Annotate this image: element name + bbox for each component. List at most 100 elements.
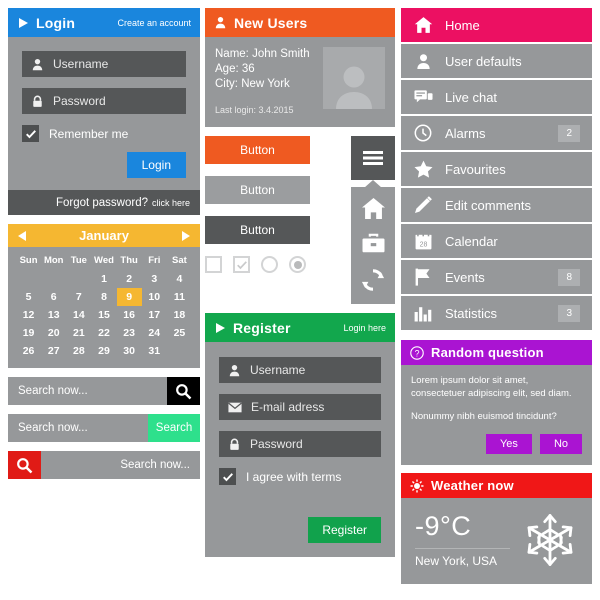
calendar-day[interactable]: 1: [91, 270, 116, 288]
briefcase-icon[interactable]: [361, 233, 386, 255]
check-icon: [222, 472, 233, 481]
calendar-day[interactable]: 31: [142, 342, 167, 360]
sidebar-item-user-defaults[interactable]: User defaults: [401, 44, 592, 80]
calendar-day[interactable]: 6: [41, 288, 66, 306]
radio-selected[interactable]: [289, 256, 306, 273]
register-email-field[interactable]: E-mail adress: [219, 394, 381, 420]
calendar-day[interactable]: 21: [66, 324, 91, 342]
icon-menu-items: [351, 187, 395, 304]
search-bar-3: Search now...: [8, 451, 200, 479]
calendar-day[interactable]: 2: [117, 270, 142, 288]
hamburger-menu-button[interactable]: [351, 136, 395, 180]
sidebar-item-events[interactable]: Events 8: [401, 260, 592, 296]
yes-button[interactable]: Yes: [485, 434, 532, 454]
terms-checkbox[interactable]: [219, 468, 236, 485]
calendar-day[interactable]: 12: [16, 306, 41, 324]
search-input[interactable]: Search now...: [41, 451, 200, 479]
user-icon: [228, 364, 241, 377]
checkbox-unchecked[interactable]: [205, 256, 222, 273]
password-field[interactable]: Password: [22, 88, 186, 114]
calendar-day[interactable]: 20: [41, 324, 66, 342]
forgot-password-link[interactable]: click here: [152, 198, 190, 208]
user-icon: [413, 53, 433, 70]
calendar-month-label: January: [79, 228, 129, 243]
sidebar-item-live-chat[interactable]: Live chat: [401, 80, 592, 116]
gray-button[interactable]: Button: [205, 176, 310, 204]
calendar-day[interactable]: 30: [117, 342, 142, 360]
weather-temperature: -9°C: [415, 511, 472, 541]
magnifier-icon: [176, 383, 192, 399]
calendar-day[interactable]: 27: [41, 342, 66, 360]
sidebar-item-edit-comments[interactable]: Edit comments: [401, 188, 592, 224]
search-input[interactable]: Search now...: [8, 414, 148, 442]
calendar-prev-button[interactable]: [17, 224, 29, 247]
create-account-link[interactable]: Create an account: [117, 18, 191, 28]
calendar-day[interactable]: 15: [91, 306, 116, 324]
calendar-day-today[interactable]: 9: [116, 288, 142, 306]
search-button[interactable]: Search: [148, 414, 200, 442]
sidebar-item-alarms[interactable]: Alarms 2: [401, 116, 592, 152]
login-here-link[interactable]: Login here: [343, 323, 386, 333]
random-question-panel: ? Random question Lorem ipsum dolor sit …: [401, 340, 592, 465]
calendar-day[interactable]: 28: [66, 342, 91, 360]
calendar-day[interactable]: 7: [66, 288, 91, 306]
calendar-day[interactable]: 22: [91, 324, 116, 342]
register-body: Username E-mail adress Password I agree …: [205, 342, 395, 557]
remember-me-checkbox[interactable]: [22, 125, 39, 142]
terms-row[interactable]: I agree with terms: [219, 468, 381, 485]
calendar-day[interactable]: 17: [142, 306, 167, 324]
play-icon: [214, 322, 226, 334]
calendar-day[interactable]: 10: [142, 288, 167, 306]
calendar-day[interactable]: 23: [117, 324, 142, 342]
orange-button[interactable]: Button: [205, 136, 310, 164]
radio-unselected[interactable]: [261, 256, 278, 273]
username-field[interactable]: Username: [22, 51, 186, 77]
dropdown-notch: [364, 180, 382, 188]
register-password-placeholder: Password: [250, 437, 303, 451]
register-button[interactable]: Register: [308, 517, 381, 543]
register-password-field[interactable]: Password: [219, 431, 381, 457]
sidebar-item-badge: 2: [558, 124, 580, 142]
remember-me-row[interactable]: Remember me: [22, 125, 186, 142]
calendar-next-button[interactable]: [179, 224, 191, 247]
calendar-day[interactable]: 11: [167, 288, 192, 306]
sidebar-item-label: Events: [445, 269, 485, 285]
no-button[interactable]: No: [539, 434, 582, 454]
sidebar-item-statistics[interactable]: Statistics 3: [401, 296, 592, 332]
sidebar-menu: Home User defaults Live chat Alarms 2 Favouri…: [401, 8, 592, 332]
sidebar-item-home[interactable]: Home: [401, 8, 592, 44]
calendar-day[interactable]: 5: [16, 288, 41, 306]
calendar-day[interactable]: 19: [16, 324, 41, 342]
lock-icon: [228, 438, 241, 451]
home-icon[interactable]: [361, 197, 386, 220]
calendar-day[interactable]: 14: [66, 306, 91, 324]
search-input[interactable]: Search now...: [8, 377, 167, 405]
calendar-day-headers: Sun Mon Tue Wed Thu Fri Sat: [16, 252, 192, 270]
snowflake-icon: [522, 512, 578, 568]
refresh-icon[interactable]: [361, 268, 385, 292]
search-button[interactable]: [167, 377, 200, 405]
search-button[interactable]: [8, 451, 41, 479]
calendar-day[interactable]: 8: [91, 288, 116, 306]
sidebar-item-favourites[interactable]: Favourites: [401, 152, 592, 188]
weather-location: New York, USA: [415, 554, 498, 568]
calendar-day[interactable]: 26: [16, 342, 41, 360]
register-username-field[interactable]: Username: [219, 357, 381, 383]
calendar-day[interactable]: 24: [142, 324, 167, 342]
calendar-day[interactable]: 13: [41, 306, 66, 324]
calendar-day[interactable]: 18: [167, 306, 192, 324]
sidebar-item-calendar[interactable]: 28 Calendar: [401, 224, 592, 260]
calendar-day[interactable]: 4: [167, 270, 192, 288]
calendar-day[interactable]: 16: [117, 306, 142, 324]
checkbox-checked[interactable]: [233, 256, 250, 273]
calendar-dow-sun: Sun: [19, 255, 38, 266]
calendar-day[interactable]: 25: [167, 324, 192, 342]
calendar-day[interactable]: 29: [91, 342, 116, 360]
dark-button[interactable]: Button: [205, 216, 310, 244]
triangle-right-icon: [182, 230, 190, 241]
buttons-and-icon-menu: Button Button Button: [205, 136, 395, 304]
button-column: Button Button Button: [205, 136, 310, 304]
calendar-day-grid[interactable]: ...1234567891011121314151617181920212223…: [16, 270, 192, 360]
calendar-day[interactable]: 3: [142, 270, 167, 288]
login-button[interactable]: Login: [126, 152, 186, 178]
